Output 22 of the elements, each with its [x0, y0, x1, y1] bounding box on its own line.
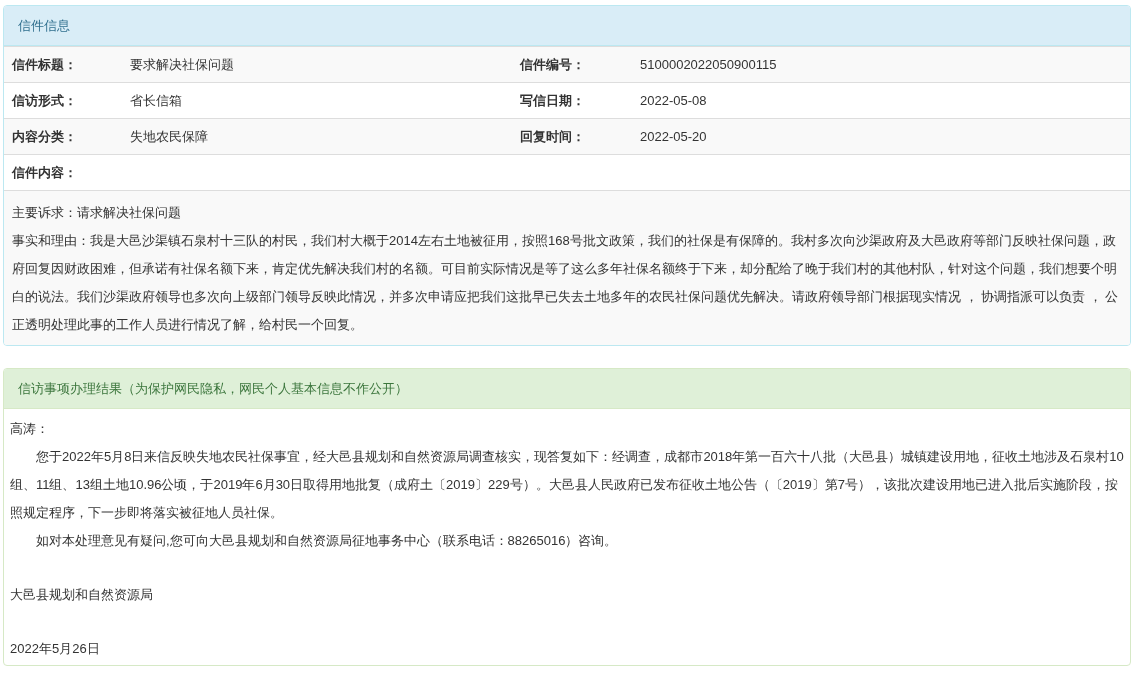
reply-date: 2022年5月26日	[10, 640, 101, 658]
reply-paragraph: 如对本处理意见有疑问,您可向大邑县规划和自然资源局征地事务中心（联系电话：88265016）咨询。	[35, 532, 619, 550]
panel-heading: 信件信息	[4, 6, 1130, 46]
field-label: 信件内容：	[12, 163, 78, 182]
field-label: 信访形式：	[12, 91, 78, 110]
greeting: 高涛：	[10, 420, 50, 438]
field-value: 2022-05-08	[640, 93, 708, 108]
field-label: 信件编号：	[520, 55, 586, 74]
field-value: 要求解决社保问题	[130, 55, 235, 74]
field-label: 回复时间：	[520, 127, 586, 146]
field-label: 信件标题：	[12, 55, 78, 74]
field-label: 内容分类：	[12, 127, 78, 146]
field-value: 5100002022050900115	[640, 57, 778, 72]
field-value: 2022-05-20	[640, 129, 708, 144]
field-label: 写信日期：	[520, 91, 586, 110]
panel-heading: 信访事项办理结果（为保护网民隐私，网民个人基本信息不作公开）	[4, 369, 1130, 409]
reply-paragraph: 您于2022年5月8日来信反映失地农民社保事宜，经大邑县规划和自然资源局调查核实，现答复如下：经调查，成都市2018年第一百六十八批（大邑县）城镇建设用地，征收土地涉及石泉村10组、11组、13组土地10.96公顷，于2019年6月30日取得用地批复（成府土〔2019〕229号）。大邑县人民政府已发布征收土地公告（〔2019〕第7号），该批次建设用地已进入批后实施阶段，按照规定程序，下一步即将落实被征地人员社保。	[10, 448, 1124, 522]
content-paragraph: 事实和理由：我是大邑沙渠镇石泉村十三队的村民，我们村大概于2014左右土地被征用，按照168号批文政策，我们的社保是有保障的。我村多次向沙渠政府及大邑政府等部门反映社保问题，政府回复因财政困难，但承诺有社保名额下来，肯定优先解决我们村的名额。可目前实际情况是等了这么多年社保名额终于下来，却分配给了晚于我们村的其他村队，针对这个问题，我们想要个明白的说法。我们沙渠政府领导也多次向上级部门领导反映此情况，并多次申请应把我们这批早已失去土地多年的农民社保问题优先解决。请政府领导部门根据现实情况 ， 协调指派可以负责 ， 公正透明处理此事的工作人员进行情况了解，给村民一个回复。	[12, 232, 1120, 334]
field-value: 失地农民保障	[130, 127, 209, 146]
content-paragraph: 主要诉求：请求解决社保问题	[12, 204, 182, 222]
signature: 大邑县规划和自然资源局	[10, 586, 154, 604]
field-value: 省长信箱	[130, 91, 183, 110]
